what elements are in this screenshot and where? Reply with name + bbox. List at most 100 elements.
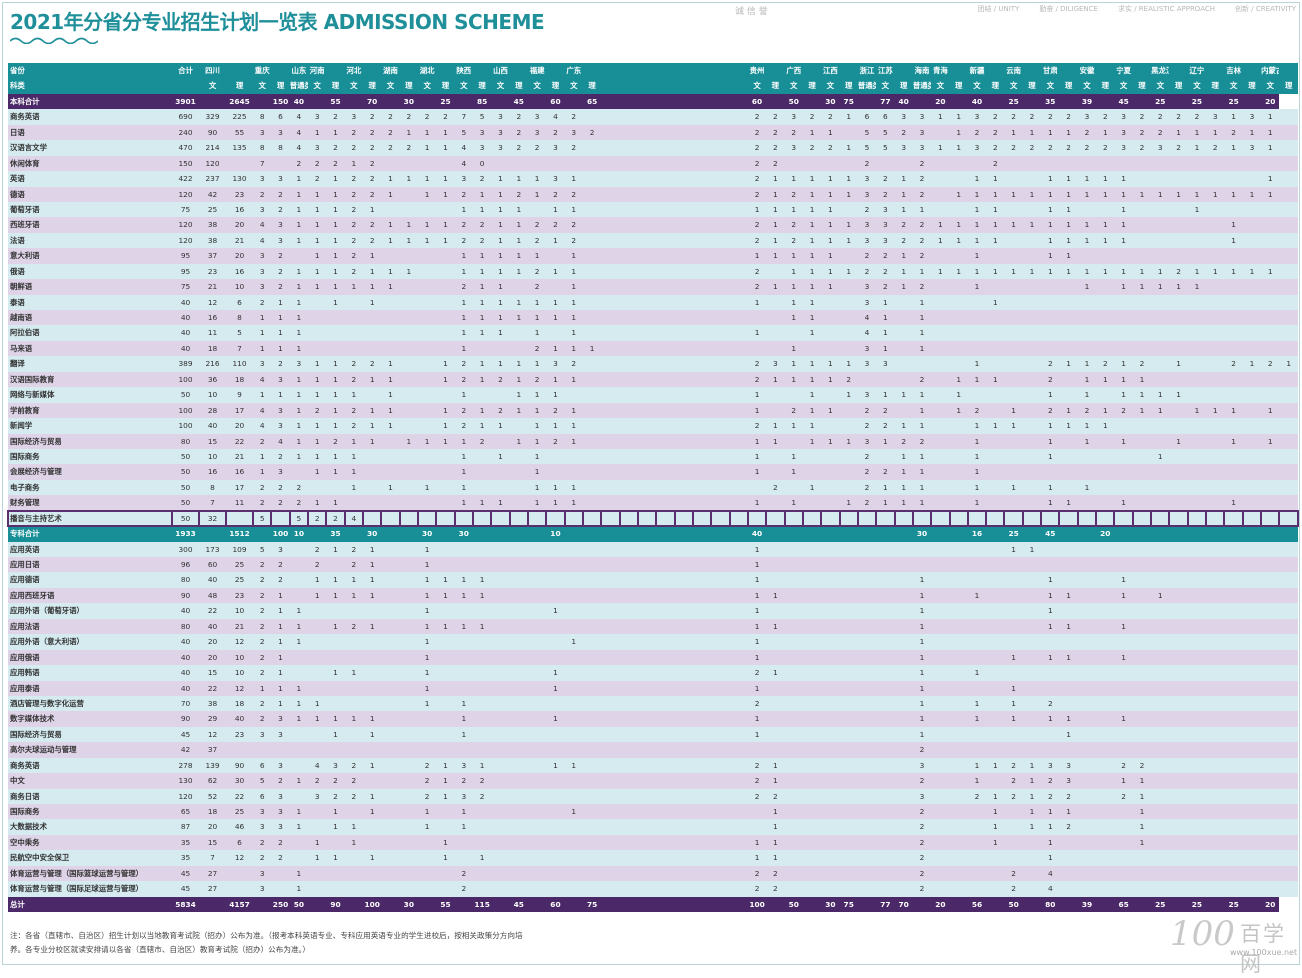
table-cell: 1 [1041, 263, 1060, 280]
table-row: 新闻学 100 40 20 4 3 1 1 1 2 1 1 1 2 1 1 1 1 1 2 1 1 1 2 2 1 1 1 1 1 1 1 1 1 [8, 418, 1298, 434]
table-cell [399, 418, 418, 434]
table-cell: 3 [1242, 140, 1262, 156]
table-cell [949, 325, 968, 341]
table-cell: 1 [363, 541, 382, 557]
table-cell: 1 [509, 171, 528, 187]
table-cell [1022, 464, 1042, 480]
table-cell: 1 [1059, 804, 1078, 820]
table-cell [894, 695, 913, 712]
table-cell [1279, 834, 1298, 851]
table-cell: 40 [967, 93, 987, 110]
table-cell: 2 [1059, 819, 1078, 835]
table-cell [1132, 63, 1152, 79]
table-cell [601, 109, 620, 125]
table-cell [1261, 819, 1280, 835]
table-cell: 1 [766, 433, 785, 449]
table-cell: 1 [454, 294, 473, 310]
table-cell: 3 [546, 140, 565, 156]
table-cell [1004, 464, 1023, 480]
table-cell [1041, 464, 1060, 480]
table-cell: 3 [1077, 109, 1097, 125]
table-cell: 470 [172, 140, 200, 156]
table-cell: 1 [967, 248, 987, 264]
table-cell [1077, 448, 1097, 465]
table-cell: 2 [1077, 140, 1097, 156]
table-cell: 5 [876, 124, 895, 141]
watermark-mark: 100 [1170, 914, 1235, 954]
table-cell [729, 865, 748, 882]
table-cell: 3 [857, 294, 877, 310]
table-cell [381, 726, 400, 743]
table-row: 应用韩语 40 15 10 2 1 1 1 1 1 2 1 1 1 [8, 665, 1298, 681]
table-cell: 2 [253, 603, 272, 619]
table-cell [491, 541, 510, 557]
table-cell [894, 649, 913, 666]
table-cell [436, 294, 455, 310]
table-cell [619, 695, 638, 712]
table-cell [308, 325, 327, 341]
table-cell [1096, 834, 1115, 851]
table-cell: 1 [381, 402, 400, 419]
table-cell: 5 [857, 140, 877, 156]
table-cell [1077, 325, 1097, 341]
table-cell [1059, 294, 1078, 310]
table-cell: 2 [271, 850, 290, 866]
table-cell [472, 711, 492, 727]
table-cell: 95 [172, 248, 200, 264]
table-cell [1114, 881, 1133, 897]
table-cell: 1 [381, 217, 400, 233]
table-cell [1224, 526, 1243, 542]
table-cell [839, 819, 858, 835]
table-cell: 130 [226, 171, 254, 187]
table-cell: 2 [344, 186, 363, 202]
table-cell: 宁夏 [1114, 63, 1133, 79]
table-cell: 2 [857, 248, 877, 264]
table-cell [692, 757, 712, 774]
table-cell [986, 526, 1005, 542]
table-cell [619, 557, 638, 573]
table-cell: 1 [1114, 618, 1133, 635]
table-cell: 1 [784, 310, 803, 326]
table-cell [363, 834, 382, 851]
table-cell [509, 572, 528, 588]
table-cell: 3 [271, 757, 290, 774]
table-cell: 1 [967, 757, 987, 774]
table-cell [637, 248, 657, 264]
table-cell: 1 [912, 310, 932, 326]
table-cell [1059, 695, 1078, 712]
table-cell [1132, 711, 1152, 727]
table-cell [436, 557, 455, 573]
table-cell [582, 448, 602, 465]
table-cell: 1 [967, 433, 987, 449]
table-cell [1077, 541, 1097, 557]
table-cell [711, 109, 730, 125]
table-cell [1206, 557, 1225, 573]
table-cell: 1 [546, 680, 565, 696]
table-cell [564, 649, 583, 666]
table-cell: 1 [967, 263, 987, 280]
table-cell: 21 [226, 232, 254, 249]
table-cell [729, 93, 748, 110]
table-cell: 1 [1004, 418, 1023, 434]
row-label: 应用德语 [8, 572, 173, 588]
table-cell: 文 [1077, 78, 1097, 94]
table-cell [527, 896, 547, 913]
table-cell [1279, 526, 1298, 542]
table-cell: 3901 [172, 93, 200, 110]
table-cell: 2 [344, 541, 363, 557]
table-cell: 1 [894, 263, 913, 280]
table-cell [857, 804, 877, 820]
table-cell: 12 [199, 726, 227, 743]
table-cell [1224, 726, 1243, 743]
table-cell [1206, 495, 1225, 511]
table-cell [1151, 850, 1170, 866]
table-cell [986, 63, 1005, 79]
table-cell: 4 [454, 140, 473, 156]
table-cell: 120 [172, 186, 200, 202]
table-cell [601, 294, 620, 310]
table-cell [509, 479, 528, 496]
table-cell: 1 [363, 618, 382, 635]
table-cell [802, 881, 822, 897]
table-cell [656, 171, 675, 187]
table-cell: 6 [876, 109, 895, 125]
